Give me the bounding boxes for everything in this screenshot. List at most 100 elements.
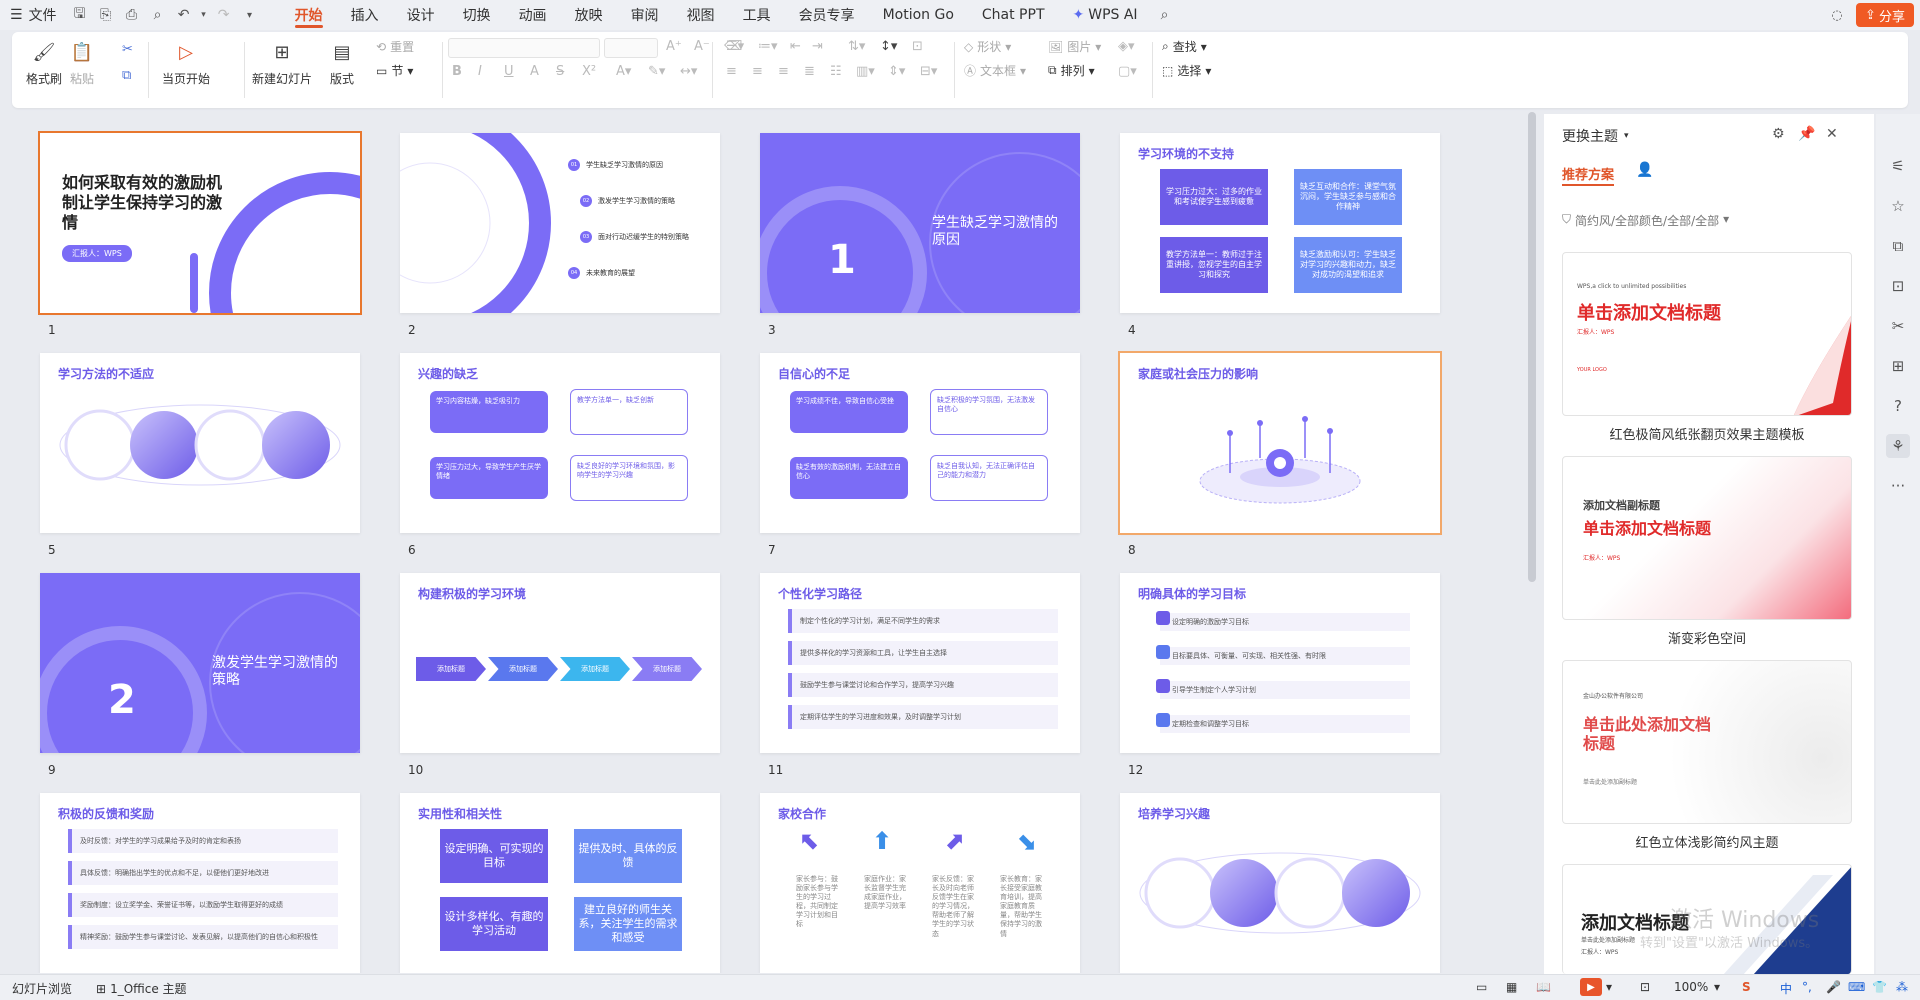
book-search-icon[interactable]: ⊞: [1886, 354, 1910, 378]
normal-view-icon[interactable]: ▭: [1476, 980, 1487, 994]
text-shadow-icon[interactable]: A: [530, 64, 539, 79]
slide-thumbnail-14[interactable]: 实用性和相关性 设定明确、可实现的目标 提供及时、具体的反馈 设计多样化、有趣的…: [400, 793, 720, 973]
tools-icon[interactable]: ✂: [1886, 314, 1910, 338]
slide-thumbnail-3[interactable]: 1 学生缺乏学习激情的原因: [760, 133, 1080, 313]
theme-card-1[interactable]: WPS,a click to unlimited possibilities 单…: [1562, 252, 1852, 416]
share-button[interactable]: ⇪ 分享: [1856, 3, 1914, 27]
char-spacing-icon[interactable]: ↔▾: [680, 64, 697, 79]
arrange-button[interactable]: ⧉ 排列 ▾: [1048, 62, 1095, 79]
find-button[interactable]: ⌕ 查找 ▾: [1162, 38, 1207, 55]
tab-motion-go[interactable]: Motion Go: [869, 0, 968, 30]
picture-button[interactable]: 🖼 图片 ▾: [1048, 38, 1101, 55]
strikethrough-icon[interactable]: S: [556, 64, 564, 79]
redo-icon[interactable]: ↷: [211, 0, 237, 30]
slide-thumbnail-8[interactable]: 家庭或社会压力的影响: [1118, 351, 1442, 535]
tab-view[interactable]: 视图: [673, 0, 729, 30]
theme-card-3[interactable]: 金山办公软件有限公司 单击此处添加文档标题 单击此处添加副标题: [1562, 660, 1852, 824]
align-center-icon[interactable]: ≡: [752, 64, 763, 79]
slide-thumbnail-2[interactable]: 目录 01 学生缺乏学习激情的原因 02 激发学生学习激情的策略 03 面对行动迟缓学…: [400, 133, 720, 313]
play-dropdown-icon[interactable]: ▾: [1606, 980, 1612, 994]
paste-button[interactable]: 📋 粘贴: [70, 40, 94, 87]
bold-icon[interactable]: B: [452, 64, 462, 79]
decrease-font-icon[interactable]: A⁻: [694, 39, 710, 54]
properties-icon[interactable]: ⚟: [1886, 154, 1910, 178]
tab-chat-ppt[interactable]: Chat PPT: [968, 0, 1059, 30]
columns-icon[interactable]: ▥▾: [856, 64, 875, 79]
tab-member[interactable]: 会员专享: [785, 0, 869, 30]
format-brush-button[interactable]: 🖌 格式刷: [26, 40, 62, 87]
slide-thumbnail-7[interactable]: 自信心的不足 学习成绩不佳，导致自信心受挫 缺乏积极的学习氛围，无法激发自信心 …: [760, 353, 1080, 533]
theme-card-2[interactable]: 添加文档副标题 单击添加文档标题 汇报人：WPS: [1562, 456, 1852, 620]
slide-thumbnail-5[interactable]: 学习方法的不适应: [40, 353, 360, 533]
slide-thumbnail-12[interactable]: 明确具体的学习目标 设定明确的激励学习目标 目标要具体、可衡量、可实现、相关性强…: [1120, 573, 1440, 753]
align-right-icon[interactable]: ≡: [778, 64, 789, 79]
vertical-align-icon[interactable]: ⇕▾: [888, 64, 905, 79]
reading-view-icon[interactable]: 📖: [1536, 980, 1551, 994]
section-button[interactable]: ▭ 节 ▾: [376, 62, 413, 79]
highlight-icon[interactable]: ✎▾: [648, 64, 665, 79]
numbered-list-icon[interactable]: ≔▾: [758, 39, 778, 54]
layout-button[interactable]: ▤ 版式: [330, 40, 354, 87]
superscript-icon[interactable]: X²: [582, 64, 596, 79]
convert-smartart-icon[interactable]: ⊡: [912, 39, 923, 54]
keyboard-icon[interactable]: ⌨: [1848, 980, 1865, 994]
star-icon[interactable]: ☆: [1886, 194, 1910, 218]
tab-transitions[interactable]: 切换: [449, 0, 505, 30]
tab-animation[interactable]: 动画: [505, 0, 561, 30]
print-preview-icon[interactable]: ⌕: [145, 0, 171, 30]
slide-thumbnail-4[interactable]: 学习环境的不支持 学习压力过大：过多的作业和考试使学生感到疲惫 缺乏互动和合作：…: [1120, 133, 1440, 313]
file-menu[interactable]: ☰ 文件: [0, 0, 67, 30]
new-slide-button[interactable]: ⊞ 新建幻灯片: [252, 40, 312, 87]
tab-recommended[interactable]: 推荐方案: [1562, 164, 1614, 183]
line-spacing-icon[interactable]: ↕▾: [880, 39, 897, 54]
fill-icon[interactable]: ◈▾: [1118, 39, 1135, 54]
tab-wps-ai[interactable]: ✦ WPS AI: [1059, 0, 1152, 30]
slide-thumbnail-1[interactable]: 如何采取有效的激励机制让学生保持学习的激情 汇报人：WPS: [38, 131, 362, 315]
pin-icon[interactable]: 📌: [1798, 126, 1815, 142]
more-icon[interactable]: ···: [1886, 474, 1910, 498]
sorter-view-icon[interactable]: ▦: [1506, 980, 1517, 994]
underline-icon[interactable]: U: [504, 64, 514, 79]
font-color-icon[interactable]: A▾: [616, 64, 631, 79]
ime-chinese-icon[interactable]: 中: [1780, 980, 1792, 997]
cut-icon[interactable]: ✂: [122, 42, 133, 57]
reset-button[interactable]: ⟲ 重置: [376, 38, 414, 55]
textbox-button[interactable]: Ⓐ 文本框 ▾: [964, 62, 1026, 79]
undo-icon[interactable]: ↶: [171, 0, 197, 30]
save-icon[interactable]: 🖫: [67, 0, 93, 30]
slide-thumbnail-6[interactable]: 兴趣的缺乏 学习内容枯燥，缺乏吸引力 教学方法单一，缺乏创新 学习压力过大，导致…: [400, 353, 720, 533]
ime-punct-icon[interactable]: °,: [1802, 980, 1812, 994]
theme-filter[interactable]: ⛉ 简约风/全部颜色/全部/全部 ▾: [1562, 212, 1729, 229]
zoom-dropdown-icon[interactable]: ▾: [1714, 980, 1720, 994]
copy-layers-icon[interactable]: ⧉: [1886, 234, 1910, 258]
image-edit-icon[interactable]: ⊡: [1886, 274, 1910, 298]
increase-indent-icon[interactable]: ⇥: [812, 39, 823, 54]
slide-thumbnail-9[interactable]: 2 激发学生学习激情的策略: [40, 573, 360, 753]
tab-slideshow[interactable]: 放映: [561, 0, 617, 30]
play-from-current-button[interactable]: ▷ 当页开始: [162, 40, 210, 87]
outline-icon[interactable]: ▢▾: [1118, 64, 1137, 79]
help-icon[interactable]: ?: [1886, 394, 1910, 418]
bullet-list-icon[interactable]: ☰▾: [726, 39, 744, 54]
tab-home[interactable]: 开始: [281, 0, 337, 30]
slide-thumbnail-16[interactable]: 培养学习兴趣: [1120, 793, 1440, 973]
tab-design[interactable]: 设计: [393, 0, 449, 30]
play-button[interactable]: ▶: [1580, 978, 1602, 996]
undo-dropdown-icon[interactable]: ▾: [197, 0, 211, 30]
more-quick-icon[interactable]: ▾: [237, 0, 263, 30]
align-left-icon[interactable]: ≡: [726, 64, 737, 79]
slide-thumbnail-13[interactable]: 积极的反馈和奖励 及时反馈：对学生的学习成果给予及时的肯定和表扬 具体反馈：明确…: [40, 793, 360, 973]
text-fit-icon[interactable]: ⊟▾: [920, 64, 937, 79]
distribute-icon[interactable]: ☷: [830, 64, 842, 79]
increase-font-icon[interactable]: A⁺: [666, 39, 682, 54]
search-icon[interactable]: ⌕: [1152, 0, 1178, 30]
font-size-select[interactable]: [604, 38, 658, 58]
ime-icon[interactable]: S: [1742, 980, 1751, 994]
grid-apps-icon[interactable]: ⁂: [1896, 980, 1908, 994]
slide-thumbnail-11[interactable]: 个性化学习路径 制定个性化的学习计划，满足不同学生的需求 提供多样化的学习资源和…: [760, 573, 1080, 753]
theme-name[interactable]: ⊞ 1_Office 主题: [96, 980, 187, 997]
copy-icon[interactable]: ⧉: [122, 68, 131, 83]
zoom-level[interactable]: 100%: [1674, 980, 1708, 994]
tab-tools[interactable]: 工具: [729, 0, 785, 30]
chat-icon[interactable]: ◌: [1826, 4, 1848, 26]
